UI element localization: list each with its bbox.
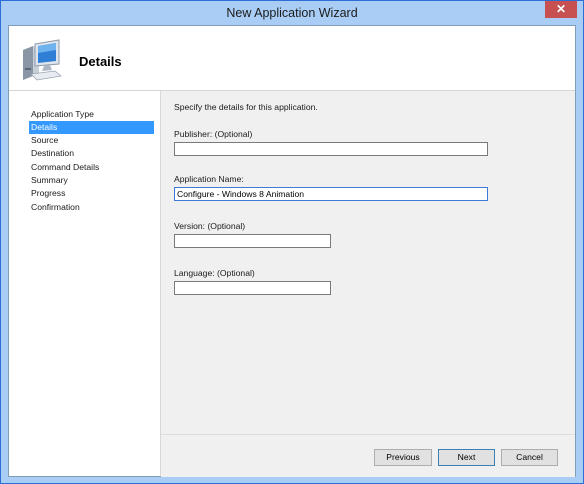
window-title: New Application Wizard (226, 6, 358, 20)
nav-item-source[interactable]: Source (29, 134, 154, 147)
nav-item-summary[interactable]: Summary (29, 174, 154, 187)
publisher-label: Publisher: (Optional) (174, 129, 253, 139)
nav-item-details[interactable]: Details (29, 121, 154, 134)
nav-item-application-type[interactable]: Application Type (29, 108, 154, 121)
wizard-client-area: Details Application Type Details Source … (8, 25, 576, 477)
version-label: Version: (Optional) (174, 221, 246, 231)
wizard-header: Details (9, 26, 575, 91)
application-name-field[interactable] (174, 187, 488, 201)
page-title: Details (79, 54, 122, 69)
publisher-field[interactable] (174, 142, 488, 156)
intro-text: Specify the details for this application… (174, 102, 318, 112)
next-button[interactable]: Next (438, 449, 495, 466)
title-bar[interactable]: New Application Wizard ✕ (1, 1, 583, 25)
nav-item-progress[interactable]: Progress (29, 187, 154, 200)
close-icon: ✕ (555, 2, 567, 16)
wizard-window: New Application Wizard ✕ Details Applica… (0, 0, 584, 484)
wizard-footer: Previous Next Cancel (161, 434, 575, 477)
version-field[interactable] (174, 234, 331, 248)
cancel-button[interactable]: Cancel (501, 449, 558, 466)
application-name-label: Application Name: (174, 174, 244, 184)
close-button[interactable]: ✕ (545, 1, 577, 18)
nav-item-command-details[interactable]: Command Details (29, 161, 154, 174)
language-label: Language: (Optional) (174, 268, 255, 278)
nav-item-destination[interactable]: Destination (29, 147, 154, 160)
previous-button[interactable]: Previous (374, 449, 432, 466)
computer-icon (23, 39, 62, 81)
language-field[interactable] (174, 281, 331, 295)
details-panel: Specify the details for this application… (161, 91, 575, 434)
nav-item-confirmation[interactable]: Confirmation (29, 201, 154, 214)
wizard-step-list: Application Type Details Source Destinat… (9, 91, 161, 476)
